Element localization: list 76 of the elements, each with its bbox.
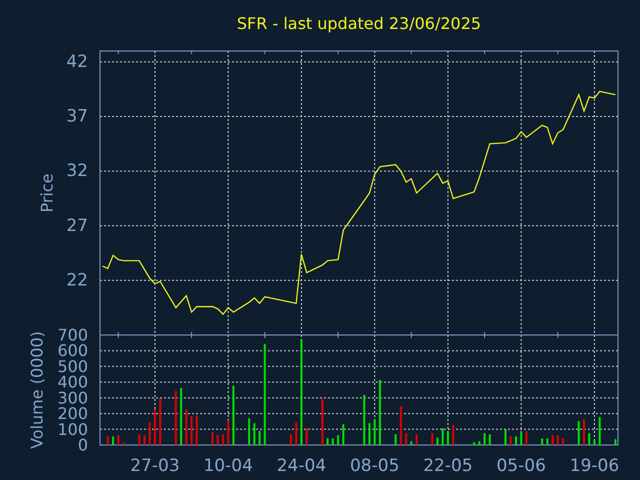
tick-label: 19-06 bbox=[570, 456, 620, 476]
volume-bar bbox=[593, 440, 596, 445]
volume-bar bbox=[106, 436, 109, 445]
axis-label: Volume (0000) bbox=[28, 331, 46, 449]
tick-label: 08-05 bbox=[350, 456, 400, 476]
volume-bar bbox=[436, 437, 438, 445]
volume-bar bbox=[148, 422, 151, 445]
volume-bar bbox=[368, 423, 370, 445]
volume-bar bbox=[452, 425, 454, 445]
volume-bar bbox=[342, 424, 344, 445]
volume-bar bbox=[154, 409, 156, 445]
tick-label: 42 bbox=[66, 52, 88, 72]
volume-bar bbox=[598, 417, 601, 445]
tick-label: 37 bbox=[66, 106, 88, 127]
volume-bar bbox=[525, 431, 528, 445]
volume-bar bbox=[578, 421, 580, 445]
volume-bar bbox=[138, 434, 140, 445]
volume-bar bbox=[405, 433, 408, 445]
volume-bar bbox=[541, 438, 544, 445]
volume-bar bbox=[117, 435, 120, 445]
volume-bar bbox=[326, 438, 329, 445]
volume-bar bbox=[185, 409, 188, 445]
tick-label: 32 bbox=[66, 161, 88, 182]
volume-bar bbox=[143, 435, 146, 445]
volume-bar bbox=[552, 435, 554, 445]
volume-bar bbox=[180, 388, 182, 445]
volume-bar bbox=[332, 438, 334, 445]
volume-bar bbox=[400, 406, 402, 445]
volume-bar bbox=[446, 432, 449, 445]
volume-bar bbox=[374, 419, 376, 445]
volume-bar bbox=[514, 436, 517, 445]
volume-bar bbox=[484, 433, 486, 445]
axis-label: Price bbox=[38, 173, 56, 213]
volume-bar bbox=[588, 433, 590, 445]
volume-bar bbox=[122, 442, 125, 445]
volume-bar bbox=[510, 436, 512, 445]
volume-bar bbox=[363, 394, 366, 445]
volume-bar bbox=[227, 420, 230, 445]
volume-bar bbox=[196, 415, 198, 445]
volume-bar bbox=[431, 433, 434, 445]
volume-bar bbox=[520, 432, 522, 445]
volume-bar bbox=[159, 398, 162, 445]
volume-bar bbox=[478, 441, 480, 445]
volume-bar bbox=[337, 435, 340, 445]
volume-bar bbox=[321, 398, 324, 445]
volume-bar bbox=[614, 439, 616, 445]
volume-bar bbox=[442, 428, 444, 445]
tick-label: 24-04 bbox=[276, 456, 326, 476]
tick-label: 10-04 bbox=[204, 456, 253, 476]
tick-label: 27-03 bbox=[130, 456, 180, 476]
volume-bar bbox=[410, 441, 412, 445]
volume-bar bbox=[394, 434, 397, 445]
volume-bar bbox=[174, 390, 177, 445]
chart-title: SFR - last updated 23/06/2025 bbox=[236, 14, 482, 35]
tick-label: 27 bbox=[66, 216, 88, 236]
volume-bar bbox=[416, 434, 418, 445]
volume-bar bbox=[190, 416, 193, 445]
tick-label: 05-06 bbox=[496, 456, 546, 476]
volume-bar bbox=[248, 418, 250, 445]
volume-bar bbox=[232, 386, 234, 445]
volume-bar bbox=[562, 438, 564, 445]
volume-bar bbox=[295, 422, 298, 445]
volume-bar bbox=[378, 380, 381, 445]
volume-bar bbox=[488, 434, 491, 445]
volume-bar bbox=[222, 434, 224, 445]
volume-bar bbox=[473, 442, 476, 445]
volume-bar bbox=[546, 438, 548, 445]
tick-label: 22 bbox=[66, 270, 88, 290]
volume-bar bbox=[290, 434, 292, 445]
volume-bar bbox=[258, 430, 261, 445]
volume-bar bbox=[253, 423, 256, 445]
volume-bar bbox=[216, 434, 219, 445]
volume-bar bbox=[112, 436, 114, 445]
tick-label: 22-05 bbox=[423, 456, 473, 476]
volume-bar bbox=[556, 435, 559, 445]
volume-bar bbox=[306, 428, 308, 445]
